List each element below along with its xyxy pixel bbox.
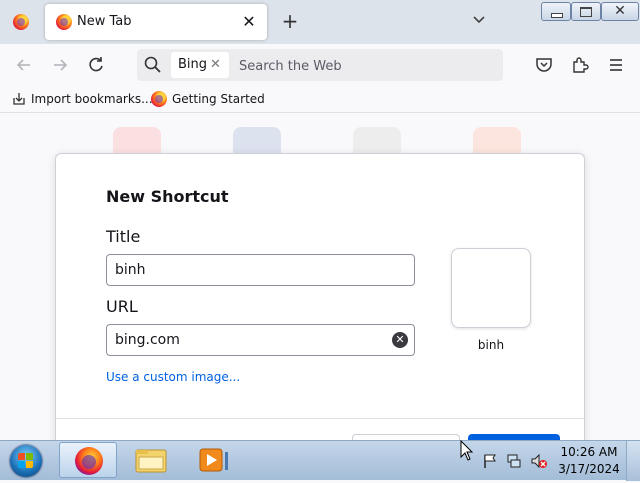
close-icon[interactable]: ✕ [239, 12, 259, 32]
url-label: URL [106, 297, 138, 316]
shortcut-preview [451, 248, 531, 328]
mouse-cursor-icon [460, 439, 474, 462]
search-icon [143, 55, 163, 75]
taskbar: 10:26 AM 3/17/2024 [0, 440, 640, 481]
explorer-icon [135, 449, 167, 473]
import-icon [13, 93, 25, 105]
windows-start-icon [10, 445, 42, 477]
firefox-logo-icon [13, 14, 29, 30]
maximize-button[interactable] [571, 2, 601, 21]
custom-image-link[interactable]: Use a custom image... [106, 370, 240, 384]
tab-title: New Tab [77, 14, 132, 29]
firefox-logo-icon [75, 447, 103, 475]
search-input[interactable] [237, 49, 501, 83]
network-icon[interactable] [506, 453, 522, 469]
taskbar-firefox[interactable] [59, 442, 117, 478]
new-shortcut-dialog: New Shortcut Title URL bing.com ✕ Use a … [55, 153, 585, 468]
plus-icon[interactable]: + [278, 10, 302, 34]
bookmark-label: Getting Started [172, 92, 265, 106]
start-button[interactable] [6, 443, 46, 479]
bookmark-label: Import bookmarks... [31, 92, 153, 106]
pocket-icon[interactable] [532, 53, 556, 77]
dialog-title: New Shortcut [106, 187, 229, 206]
close-icon: ✕ [614, 3, 626, 19]
bookmark-import[interactable]: Import bookmarks... [12, 89, 153, 109]
back-arrow-icon[interactable] [11, 52, 37, 78]
flag-icon[interactable] [482, 453, 498, 469]
address-bar[interactable]: Bing ✕ [137, 49, 503, 83]
volume-muted-icon[interactable] [530, 453, 548, 469]
chevron-down-icon[interactable] [467, 10, 491, 34]
clock-time[interactable]: 10:26 AM [556, 445, 622, 459]
url-value: bing.com [115, 332, 180, 348]
firefox-logo-icon [56, 14, 72, 30]
bookmarks-toolbar: Import bookmarks... Getting Started [0, 86, 640, 113]
hamburger-menu-icon[interactable] [604, 53, 628, 77]
firefox-logo-icon [151, 91, 167, 107]
taskbar-explorer[interactable] [122, 442, 180, 478]
url-field[interactable]: bing.com ✕ [106, 324, 415, 356]
search-engine-chip[interactable]: Bing ✕ [171, 52, 229, 78]
tab-new-tab[interactable]: New Tab ✕ [45, 4, 267, 40]
nav-toolbar: Bing ✕ [0, 44, 640, 86]
dialog-divider [56, 418, 584, 419]
title-label: Title [106, 227, 141, 246]
taskbar-media-player[interactable] [183, 442, 241, 478]
clear-icon[interactable]: ✕ [392, 332, 408, 348]
extensions-icon[interactable] [568, 53, 592, 77]
preview-label: binh [477, 338, 505, 352]
media-player-icon [199, 448, 228, 472]
show-desktop-button[interactable] [626, 441, 640, 481]
close-icon[interactable]: ✕ [210, 52, 221, 78]
bookmark-getting-started[interactable]: Getting Started [151, 89, 265, 109]
search-engine-label: Bing [178, 57, 208, 72]
firefox-view-button[interactable] [0, 0, 42, 44]
reload-icon[interactable] [83, 52, 109, 78]
clock-date[interactable]: 3/17/2024 [556, 462, 622, 476]
window-close-button[interactable]: ✕ [601, 2, 639, 21]
title-field[interactable] [106, 254, 415, 286]
minimize-button[interactable] [541, 2, 571, 21]
forward-arrow-icon[interactable] [47, 52, 73, 78]
tab-strip: New Tab ✕ + ✕ [0, 0, 640, 44]
